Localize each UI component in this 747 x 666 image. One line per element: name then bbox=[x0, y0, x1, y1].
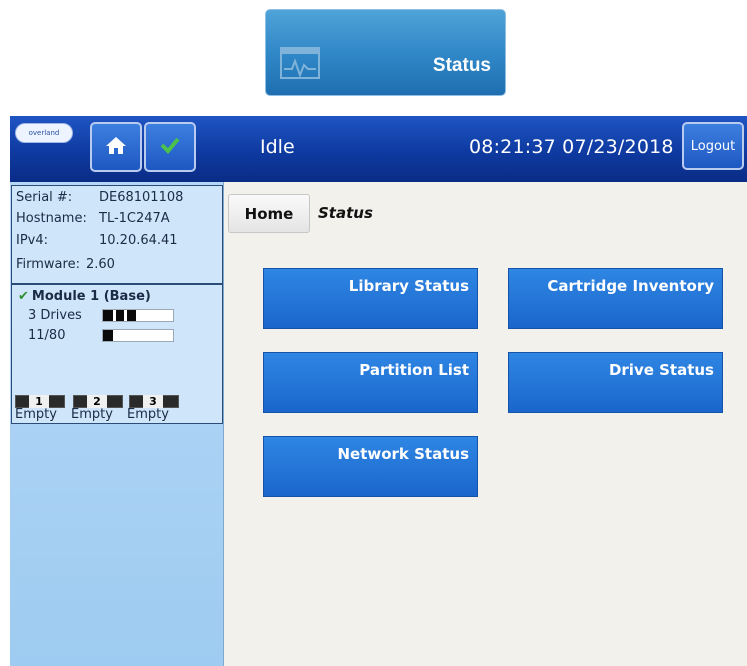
drives-bar bbox=[102, 309, 174, 322]
logout-button[interactable]: Logout bbox=[682, 122, 744, 170]
top-bar: overland Idle 08:21:37 07/23/2018 Logout bbox=[10, 116, 747, 182]
ipv4-label: IPv4: bbox=[16, 233, 49, 248]
module-title-row: ✔ Module 1 (Base) bbox=[18, 289, 151, 304]
library-status-button[interactable]: Library Status bbox=[263, 268, 478, 329]
serial-row: Serial #: DE68101108 bbox=[16, 189, 183, 207]
status-tile[interactable]: Status bbox=[265, 9, 506, 96]
slots-bar-fill bbox=[103, 330, 113, 341]
drives-bar-fill bbox=[103, 310, 136, 321]
hostname-value: TL-1C247A bbox=[99, 211, 170, 226]
drive-slot-status: Empty bbox=[15, 407, 57, 422]
sidebar: Serial #: DE68101108 Hostname: TL-1C247A I… bbox=[10, 182, 224, 666]
drives-label: 3 Drives bbox=[28, 308, 82, 323]
ipv4-value: 10.20.64.41 bbox=[99, 233, 178, 248]
breadcrumb-home-button[interactable]: Home bbox=[228, 194, 310, 233]
home-icon bbox=[105, 135, 127, 159]
slots-bar bbox=[102, 329, 174, 342]
device-screen: overland Idle 08:21:37 07/23/2018 Logout… bbox=[10, 116, 747, 666]
drives-bar-separator bbox=[124, 310, 127, 321]
firmware-label: Firmware: bbox=[16, 257, 80, 272]
firmware-row: Firmware: 2.60 bbox=[16, 256, 115, 274]
firmware-value: 2.60 bbox=[86, 257, 115, 272]
drive-slot-status: Empty bbox=[127, 407, 169, 422]
module-ok-icon: ✔ bbox=[18, 289, 29, 304]
breadcrumb-current: Status bbox=[318, 204, 373, 222]
home-button[interactable] bbox=[90, 122, 142, 172]
health-check-button[interactable] bbox=[144, 122, 196, 172]
drive-status-button[interactable]: Drive Status bbox=[508, 352, 723, 413]
library-state: Idle bbox=[260, 136, 295, 158]
library-info-box: Serial #: DE68101108 Hostname: TL-1C247A I… bbox=[11, 185, 223, 284]
module-box[interactable]: ✔ Module 1 (Base) 3 Drives 11/80 1 2 3 Em… bbox=[11, 284, 223, 424]
partition-list-button[interactable]: Partition List bbox=[263, 352, 478, 413]
cartridge-inventory-button[interactable]: Cartridge Inventory bbox=[508, 268, 723, 329]
slots-label: 11/80 bbox=[28, 328, 66, 343]
network-status-button[interactable]: Network Status bbox=[263, 436, 478, 497]
serial-value: DE68101108 bbox=[99, 190, 184, 205]
hostname-label: Hostname: bbox=[16, 211, 87, 226]
module-title: Module 1 (Base) bbox=[31, 289, 151, 304]
hostname-row: Hostname: TL-1C247A bbox=[16, 210, 170, 228]
date-time: 08:21:37 07/23/2018 bbox=[469, 136, 674, 158]
checkmark-icon bbox=[159, 136, 181, 158]
drive-slot-status: Empty bbox=[71, 407, 113, 422]
overland-logo: overland bbox=[15, 123, 73, 143]
serial-label: Serial #: bbox=[16, 190, 73, 205]
status-tile-label: Status bbox=[432, 55, 491, 76]
activity-monitor-icon bbox=[280, 47, 320, 83]
ipv4-row: IPv4: 10.20.64.41 bbox=[16, 232, 178, 250]
drives-bar-separator bbox=[113, 310, 116, 321]
